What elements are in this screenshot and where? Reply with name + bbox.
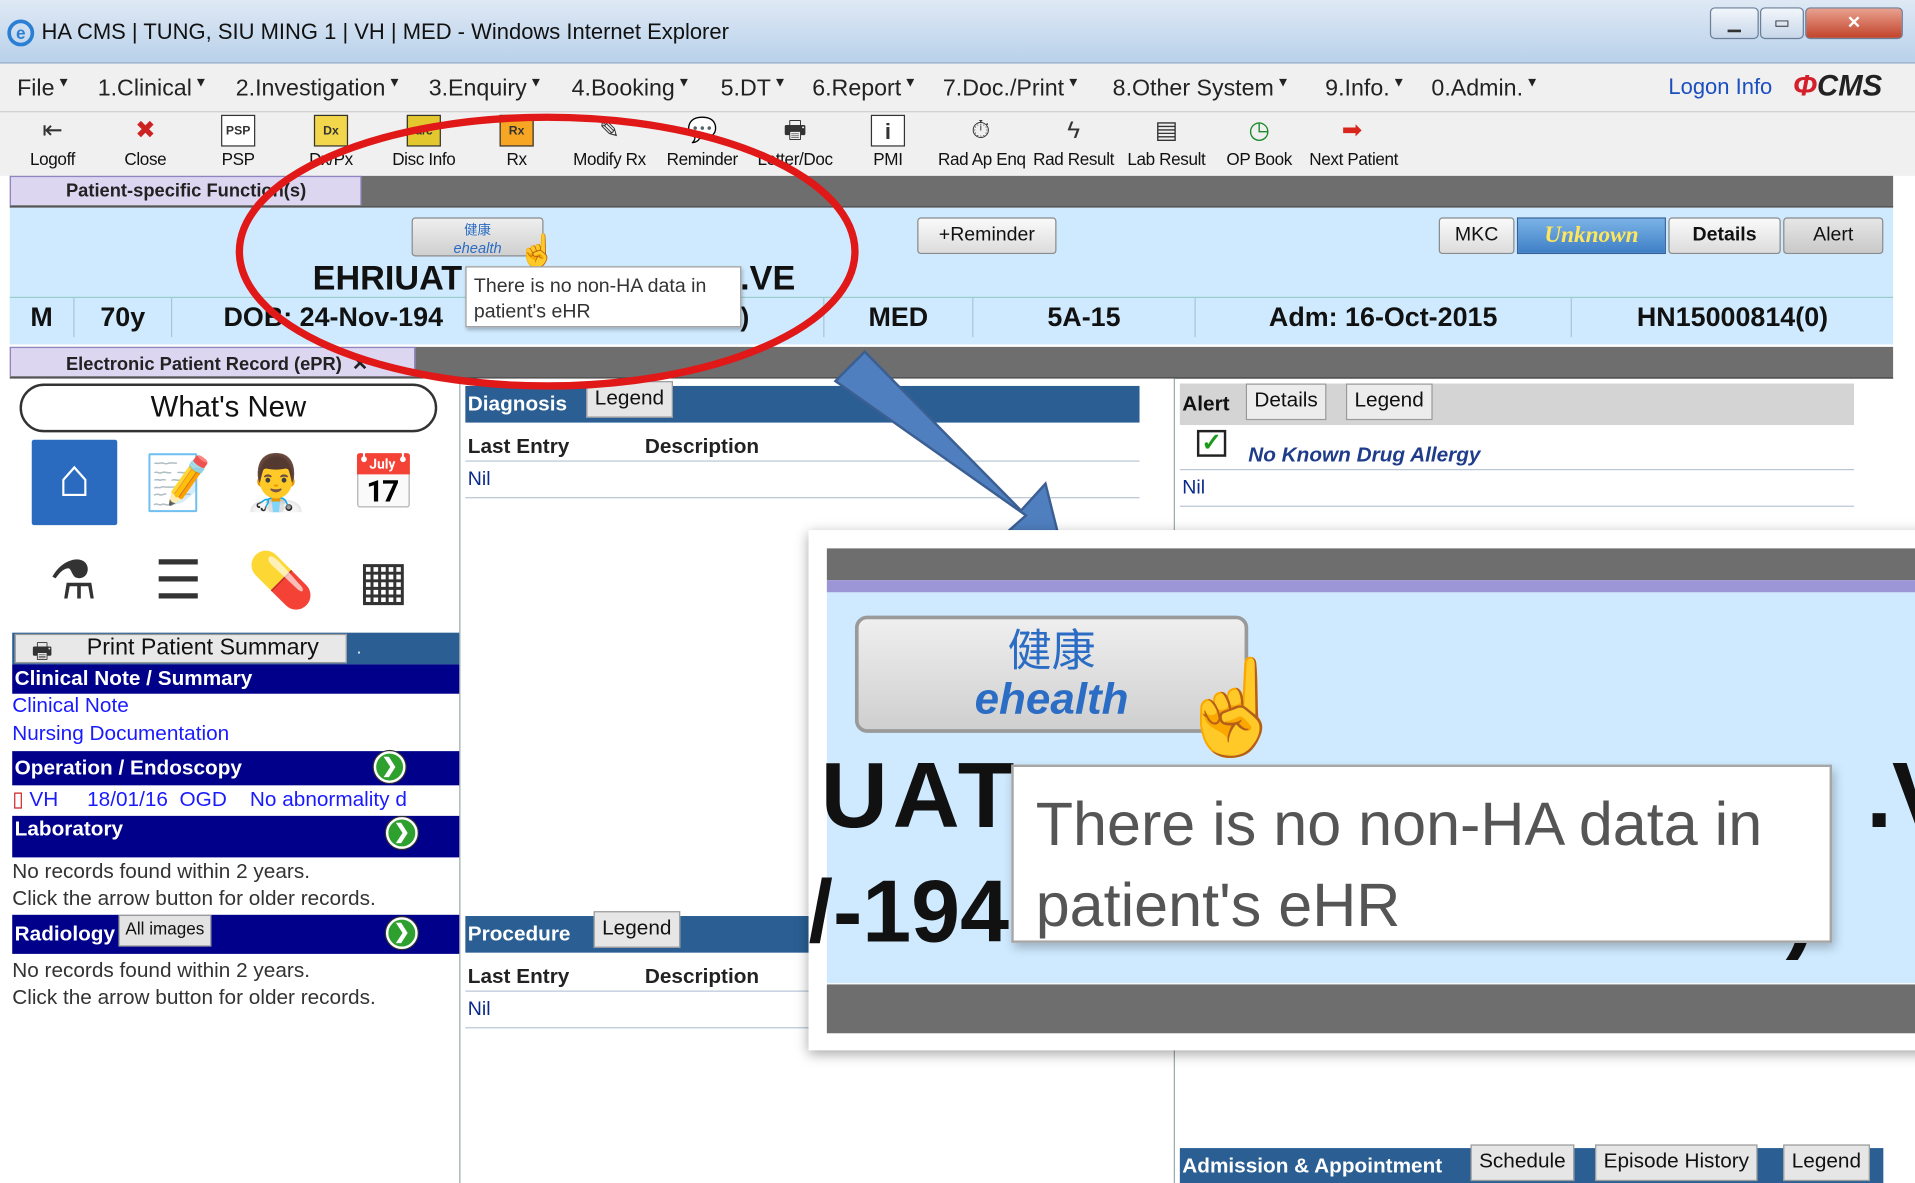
zoom-gray-strip [826, 548, 1915, 581]
zoom-pointer-arrow [833, 350, 1060, 537]
zoom-tooltip: There is no non-HA data in patient's eHR [1011, 764, 1833, 943]
zoom-hand-cursor-icon: ☝ [1174, 655, 1291, 760]
zoom-name-fragment: UAT [820, 743, 1020, 848]
zoom-name-fragment-right: .V [1866, 743, 1915, 848]
screenshot-stage: e HA CMS | TUNG, SIU MING 1 | VH | MED -… [0, 0, 1915, 1183]
zoom-callout: 健康 ehealth ☝ UAT .V /-194 ) There is no … [808, 530, 1915, 1051]
zoom-purple-strip [826, 580, 1915, 593]
highlight-ellipse [235, 113, 859, 390]
zoom-bottom-strip [826, 984, 1915, 1034]
zoom-dob-fragment: /-194 [808, 863, 1009, 962]
